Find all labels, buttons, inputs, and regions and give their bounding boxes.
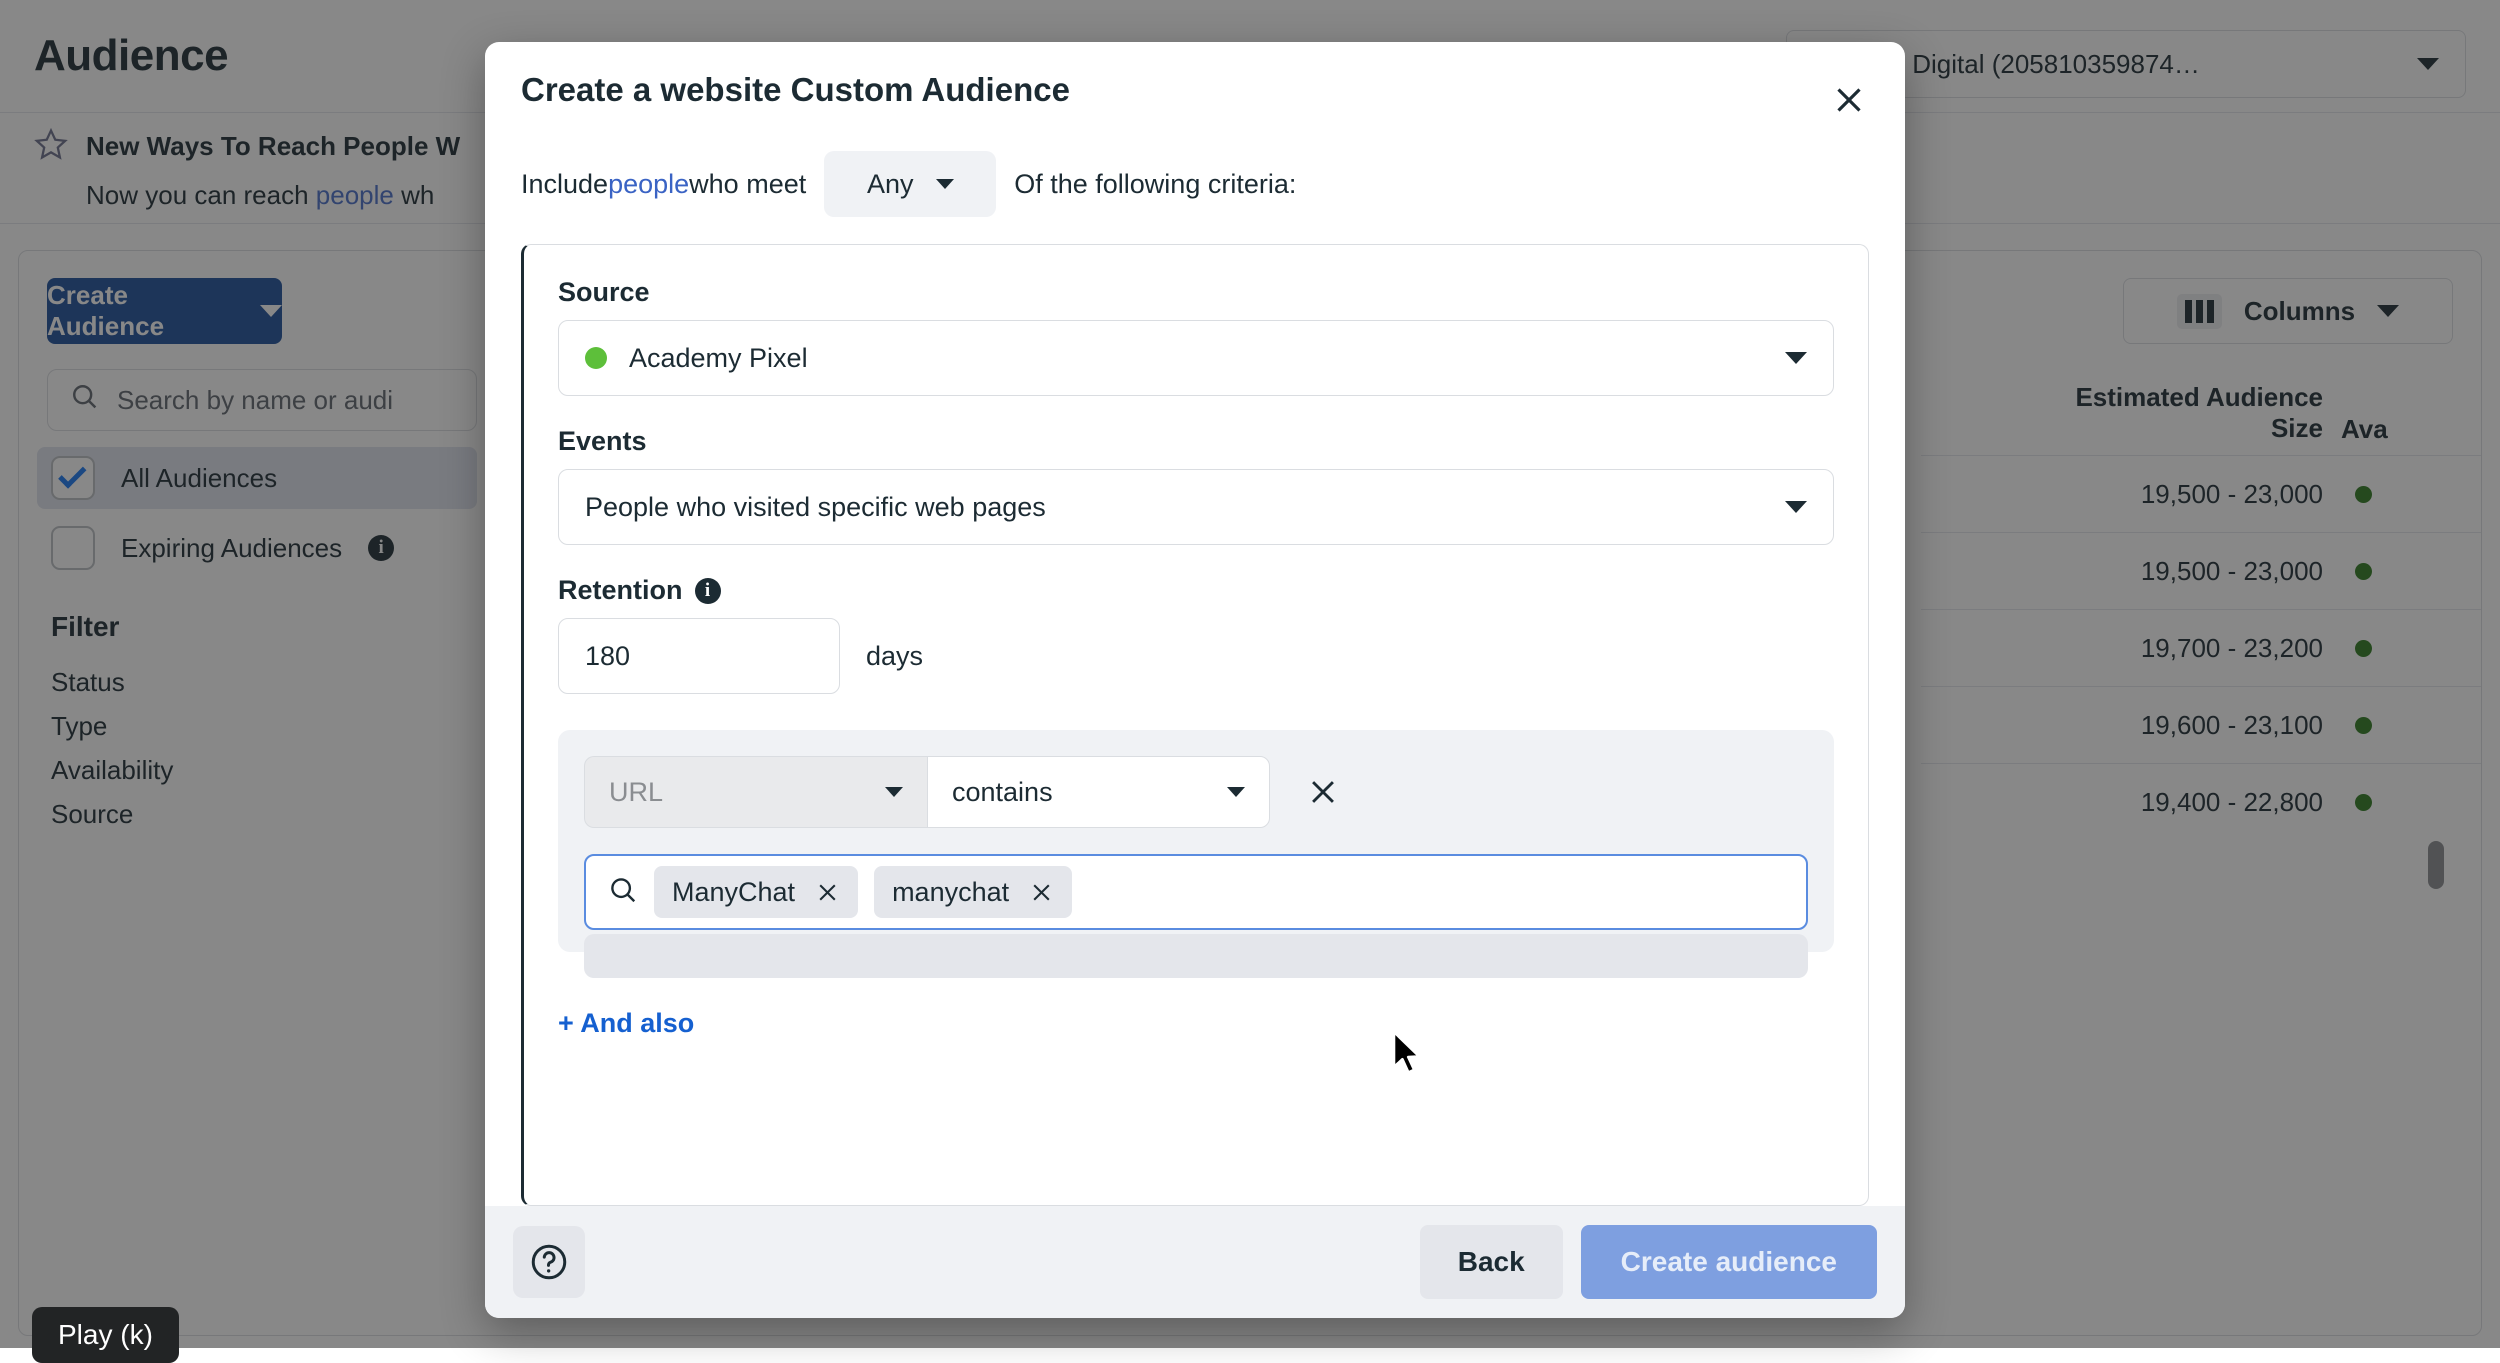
retention-label: Retention i xyxy=(558,575,1834,606)
close-icon xyxy=(1029,880,1054,905)
dialog-body: Source Academy Pixel Events People who v… xyxy=(485,230,1905,1206)
retention-unit-label: days xyxy=(866,641,923,672)
add-rule-link[interactable]: + And also xyxy=(558,1008,1834,1039)
help-icon xyxy=(528,1241,570,1283)
rule-value-input[interactable]: ManyChat manychat xyxy=(584,854,1808,930)
criteria-card: Source Academy Pixel Events People who v… xyxy=(521,244,1869,1206)
source-label-text: Source xyxy=(558,277,650,308)
criteria-match-selector[interactable]: Any xyxy=(824,151,996,217)
play-tooltip: Play (k) xyxy=(32,1307,179,1363)
rule-operator-value: contains xyxy=(952,777,1053,808)
help-button[interactable] xyxy=(513,1226,585,1298)
criteria-match-value: Any xyxy=(867,169,914,200)
back-button[interactable]: Back xyxy=(1420,1225,1563,1299)
pixel-status-dot-icon xyxy=(585,347,607,369)
criteria-prefix: Include xyxy=(521,169,608,200)
criteria-suffix: Of the following criteria: xyxy=(1014,169,1296,200)
rule-value-tag-label: ManyChat xyxy=(672,877,795,908)
close-icon xyxy=(1831,82,1867,118)
rule-field-select[interactable]: URL xyxy=(584,756,927,828)
url-rule-row: URL contains xyxy=(584,756,1808,828)
back-button-label: Back xyxy=(1458,1246,1525,1278)
events-label: Events xyxy=(558,426,1834,457)
chevron-down-icon xyxy=(885,787,903,797)
remove-tag-button[interactable] xyxy=(1029,880,1054,905)
criteria-sentence: Include people who meet Any Of the follo… xyxy=(485,138,1905,230)
dialog-title: Create a website Custom Audience xyxy=(521,71,1070,109)
rule-value-tag[interactable]: manychat xyxy=(874,866,1072,918)
events-label-text: Events xyxy=(558,426,647,457)
rule-value-tag[interactable]: ManyChat xyxy=(654,866,858,918)
info-icon[interactable]: i xyxy=(695,578,721,604)
retention-input[interactable]: 180 xyxy=(558,618,840,694)
close-button[interactable] xyxy=(1821,72,1877,128)
dialog-header: Create a website Custom Audience xyxy=(485,42,1905,138)
dialog-footer: Back Create audience xyxy=(485,1206,1905,1318)
chevron-down-icon xyxy=(1227,787,1245,797)
url-rule-group: URL contains xyxy=(558,730,1834,952)
close-icon xyxy=(1306,775,1340,809)
search-icon xyxy=(608,875,638,910)
additional-rule-row-partial xyxy=(584,934,1808,978)
retention-label-text: Retention xyxy=(558,575,683,606)
create-audience-submit-label: Create audience xyxy=(1621,1246,1837,1278)
rule-field-placeholder: URL xyxy=(609,777,663,808)
create-website-custom-audience-dialog: Create a website Custom Audience Include… xyxy=(485,42,1905,1318)
retention-field-group: 180 days xyxy=(558,618,1834,694)
source-label: Source xyxy=(558,277,1834,308)
chevron-down-icon xyxy=(1785,501,1807,513)
remove-rule-button[interactable] xyxy=(1300,769,1346,815)
chevron-down-icon xyxy=(936,179,954,189)
create-audience-submit-button[interactable]: Create audience xyxy=(1581,1225,1877,1299)
criteria-mid: who meet xyxy=(689,169,806,200)
rule-value-tag-label: manychat xyxy=(892,877,1009,908)
rule-operator-select[interactable]: contains xyxy=(927,756,1270,828)
events-select[interactable]: People who visited specific web pages xyxy=(558,469,1834,545)
criteria-people-link[interactable]: people xyxy=(608,169,689,200)
retention-value: 180 xyxy=(585,641,630,672)
close-icon xyxy=(815,880,840,905)
chevron-down-icon xyxy=(1785,352,1807,364)
remove-tag-button[interactable] xyxy=(815,880,840,905)
source-select-value: Academy Pixel xyxy=(629,343,808,374)
events-select-value: People who visited specific web pages xyxy=(585,492,1046,523)
source-select[interactable]: Academy Pixel xyxy=(558,320,1834,396)
